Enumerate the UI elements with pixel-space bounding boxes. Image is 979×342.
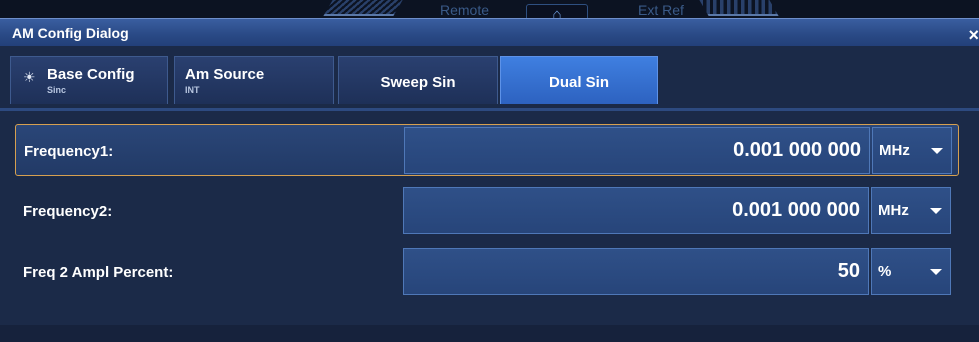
unit-label: MHz (879, 142, 910, 159)
frequency1-unit-select[interactable]: MHz (872, 127, 952, 174)
bottom-panel (0, 325, 979, 342)
status-decoration-left (323, 0, 403, 16)
tab-label: Am Source (185, 66, 265, 83)
extref-status: Ext Ref (638, 2, 684, 18)
tab-label: Sweep Sin (380, 74, 456, 91)
tab-dual-sin[interactable]: Dual Sin (500, 56, 658, 104)
chevron-down-icon (930, 208, 942, 214)
tab-sweep-sin[interactable]: Sweep Sin (338, 56, 498, 104)
frequency2-row[interactable]: Frequency2: 0.001 000 000 MHz (15, 185, 959, 237)
freq2-ampl-percent-unit-select[interactable]: % (871, 248, 951, 295)
unit-label: MHz (878, 202, 909, 219)
tab-base-config[interactable]: ☀ Base Config Sinc (10, 56, 168, 104)
frequency2-input[interactable]: 0.001 000 000 (403, 187, 869, 234)
chevron-down-icon (930, 269, 942, 275)
dialog-title: AM Config Dialog (12, 25, 129, 41)
tab-am-source[interactable]: Am Source INT (174, 56, 334, 104)
status-decoration-right (699, 0, 779, 16)
tab-bar: ☀ Base Config Sinc Am Source INT Sweep S… (0, 46, 979, 111)
frequency1-label: Frequency1: (24, 143, 114, 160)
freq2-ampl-percent-input[interactable]: 50 (403, 248, 869, 295)
frequency1-row[interactable]: Frequency1: 0.001 000 000 MHz (15, 124, 959, 176)
top-status-bar: Remote ⌂ Ext Ref (0, 0, 979, 24)
frequency1-input[interactable]: 0.001 000 000 (404, 127, 870, 174)
tab-sublabel: INT (185, 85, 200, 95)
close-icon[interactable]: × (968, 25, 979, 46)
dialog-title-bar: AM Config Dialog × (0, 18, 979, 47)
tab-label: Base Config (47, 66, 135, 83)
sun-icon: ☀ (23, 69, 36, 85)
tab-label: Dual Sin (548, 74, 609, 91)
tab-sublabel: Sinc (47, 85, 67, 95)
freq2-ampl-percent-label: Freq 2 Ampl Percent: (23, 264, 174, 281)
frequency2-unit-select[interactable]: MHz (871, 187, 951, 234)
frequency2-label: Frequency2: (23, 203, 113, 220)
chevron-down-icon (931, 148, 943, 154)
unit-label: % (878, 263, 892, 280)
freq2-ampl-percent-row[interactable]: Freq 2 Ampl Percent: 50 % (15, 246, 959, 298)
remote-status: Remote (440, 2, 490, 18)
